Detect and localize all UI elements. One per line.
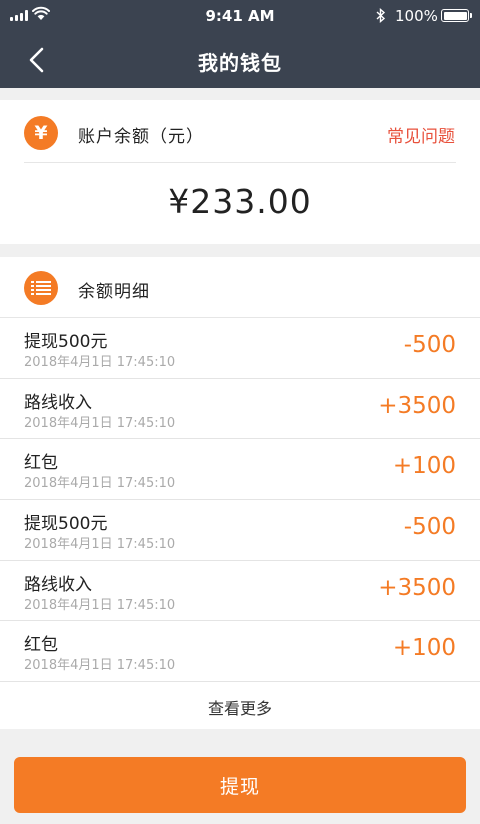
view-more-link[interactable]: 查看更多 [0, 695, 480, 719]
detail-label: 余额明细 [78, 282, 150, 302]
transaction-row[interactable]: 红包 2018年4月1日 17:45:10 +100 [0, 621, 480, 683]
transaction-amount: +3500 [378, 392, 456, 419]
app-header: 9:41 AM 100% 我的钱包 [0, 0, 480, 88]
transaction-row[interactable]: 路线收入 2018年4月1日 17:45:10 +3500 [0, 561, 480, 622]
withdraw-button[interactable]: 提现 [14, 757, 466, 813]
balance-card: ¥ 账户余额（元） 常见问题 ¥233.00 [0, 100, 480, 244]
transaction-row[interactable]: 提现500元 2018年4月1日 17:45:10 -500 [0, 500, 480, 561]
balance-detail-card: 余额明细 提现500元 2018年4月1日 17:45:10 -500 路线收入… [0, 257, 480, 729]
transaction-list: 提现500元 2018年4月1日 17:45:10 -500 路线收入 2018… [0, 318, 480, 683]
transaction-amount: -500 [403, 332, 456, 358]
transaction-row[interactable]: 红包 2018年4月1日 17:45:10 +100 [0, 439, 480, 501]
battery-icon [441, 9, 472, 22]
balance-label: 账户余额（元） [78, 127, 204, 147]
divider [24, 162, 456, 163]
transaction-date: 2018年4月1日 17:45:10 [24, 597, 176, 613]
transaction-date: 2018年4月1日 17:45:10 [24, 658, 176, 674]
transaction-row[interactable]: 提现500元 2018年4月1日 17:45:10 -500 [0, 318, 480, 379]
list-icon [24, 271, 58, 305]
transaction-title: 红包 [24, 453, 58, 474]
transaction-title: 路线收入 [24, 392, 92, 413]
transaction-title: 提现500元 [24, 332, 108, 352]
transaction-date: 2018年4月1日 17:45:10 [24, 355, 176, 370]
bluetooth-icon [376, 8, 386, 23]
yen-icon: ¥ [24, 116, 58, 150]
transaction-amount: -500 [403, 514, 456, 541]
transaction-amount: +100 [392, 635, 456, 662]
transaction-amount: +3500 [378, 574, 456, 601]
page-title: 我的钱包 [198, 51, 282, 75]
transaction-row[interactable]: 路线收入 2018年4月1日 17:45:10 +3500 [0, 379, 480, 440]
balance-amount: ¥233.00 [168, 182, 312, 221]
transaction-date: 2018年4月1日 17:45:10 [24, 537, 176, 553]
transaction-title: 提现500元 [24, 514, 108, 535]
transaction-date: 2018年4月1日 17:45:10 [24, 476, 176, 492]
faq-link[interactable]: 常见问题 [387, 122, 455, 147]
transaction-title: 红包 [24, 635, 58, 656]
transaction-date: 2018年4月1日 17:45:10 [24, 415, 176, 431]
battery-percent: 100% [395, 7, 438, 25]
transaction-title: 路线收入 [24, 574, 92, 595]
transaction-amount: +100 [392, 453, 456, 480]
status-bar: 9:41 AM 100% [0, 0, 480, 32]
